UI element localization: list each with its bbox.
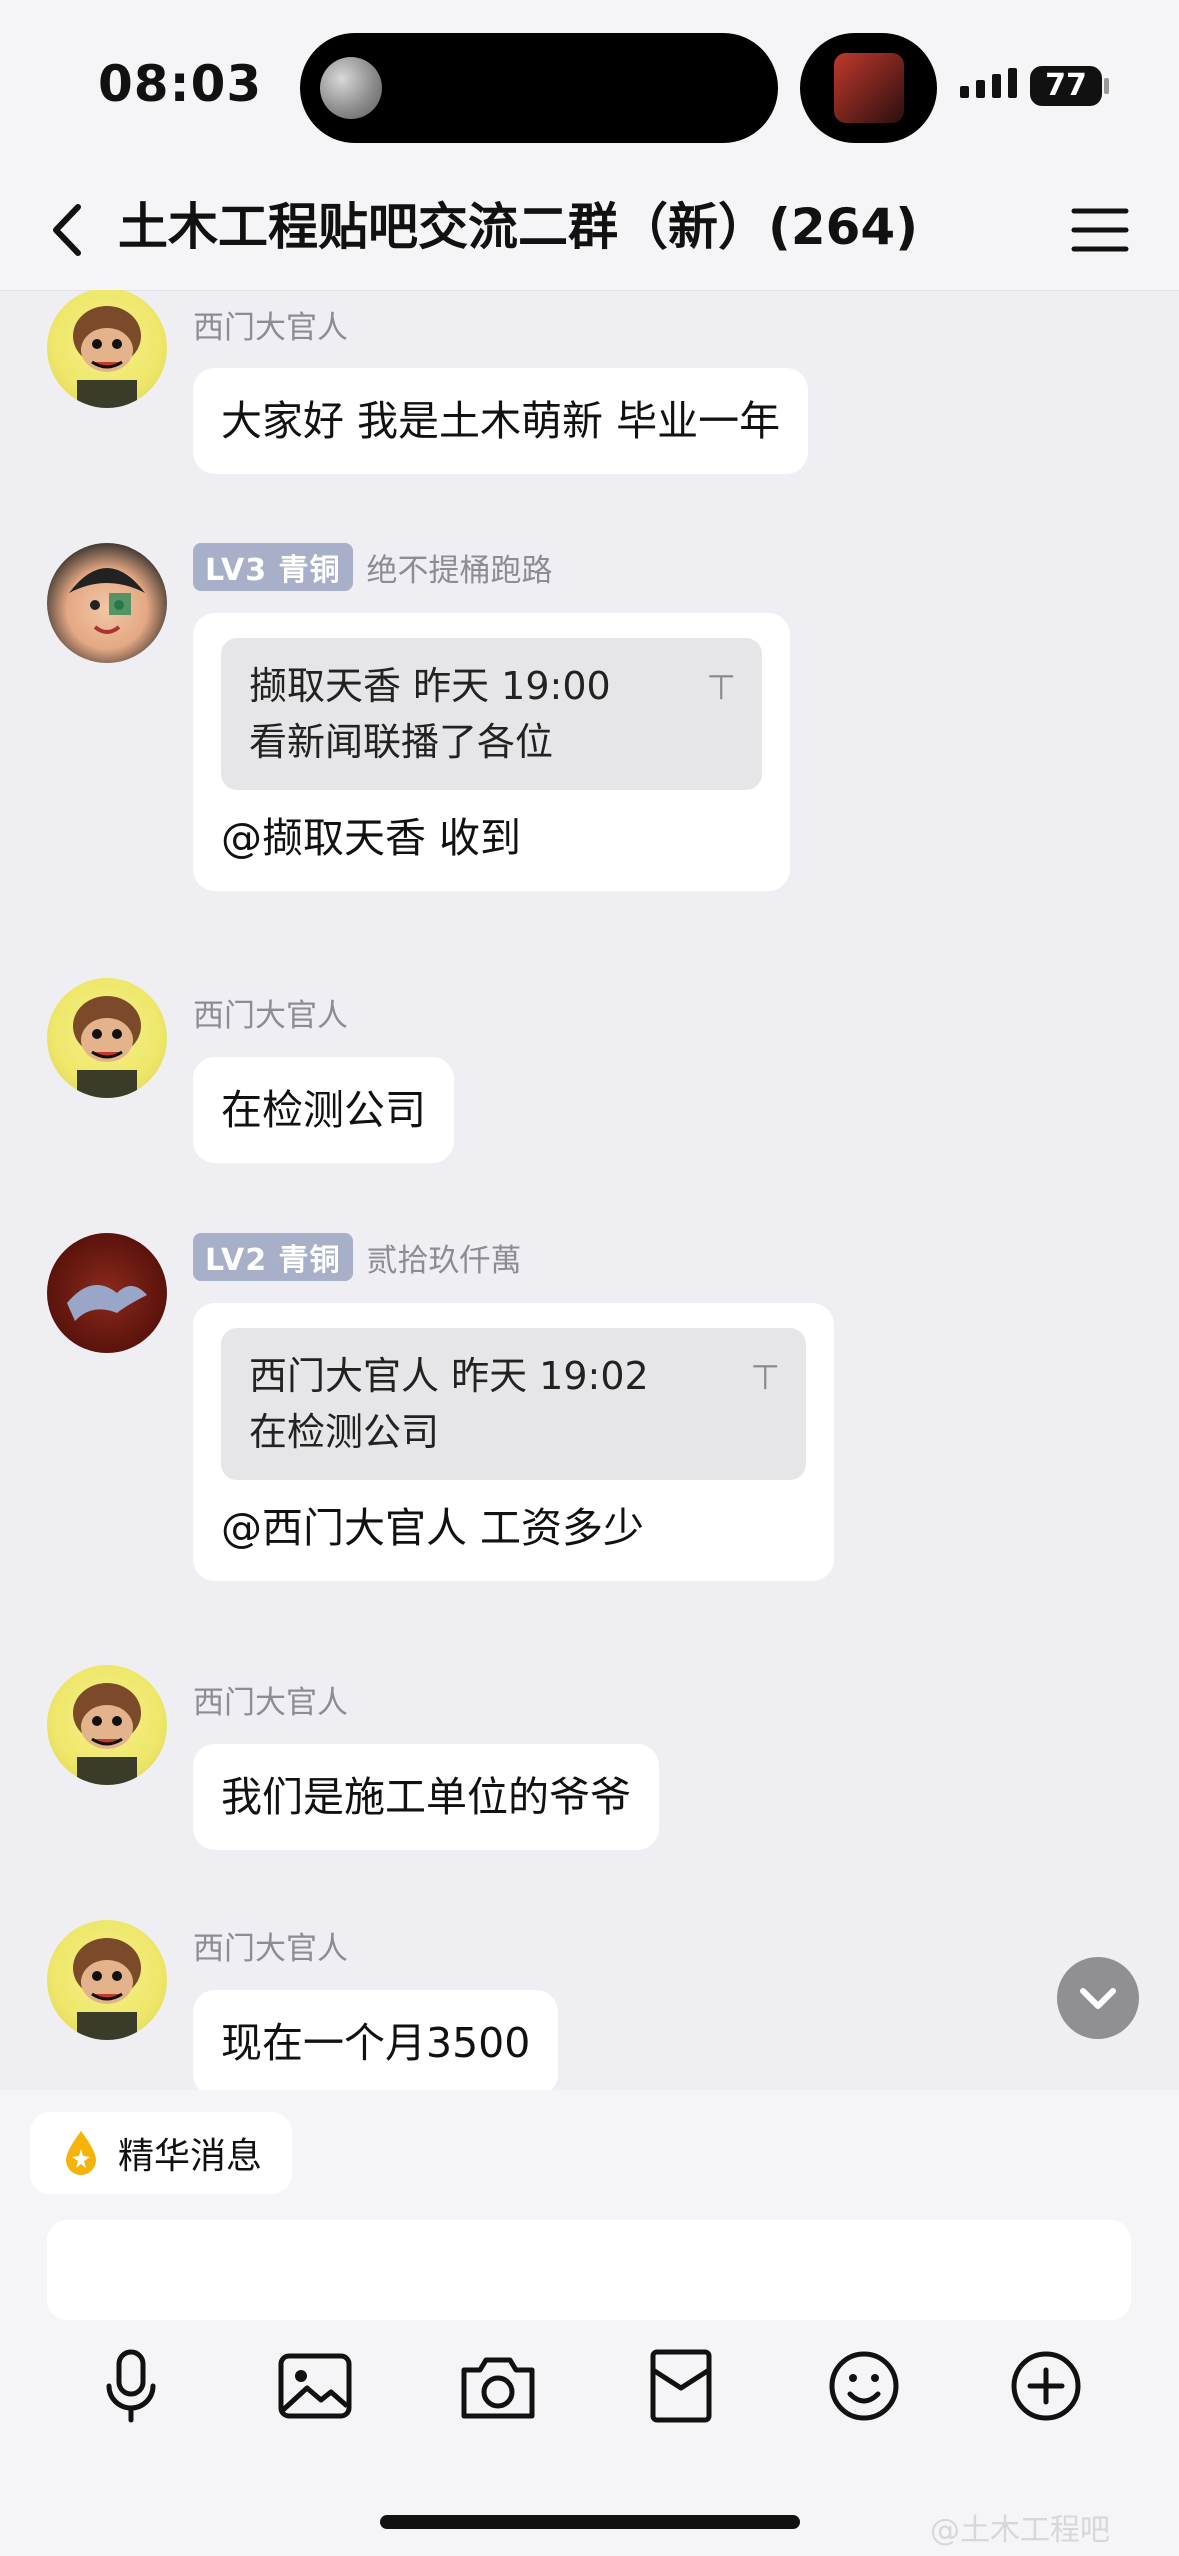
sender-name: 西门大官人 [193, 1931, 348, 1967]
message-text: @撷取天香 收到 [221, 814, 522, 862]
input-area: 精华消息 [0, 2090, 1179, 2556]
sender-name: 贰拾玖仟萬 [366, 1242, 522, 1279]
quote-text: 看新闻联播了各位 [249, 720, 554, 764]
emoji-icon[interactable] [818, 2340, 910, 2432]
menu-icon[interactable] [1070, 205, 1130, 255]
message-bubble[interactable]: 在检测公司 [193, 1057, 454, 1163]
message-bubble[interactable]: 大家好 我是土木萌新 毕业一年 [193, 368, 809, 474]
sender-name: 西门大官人 [193, 1685, 348, 1721]
sender-line: LV2 青铜 贰拾玖仟萬 [193, 1233, 522, 1281]
quoted-message[interactable]: 西门大官人 昨天 19:02 在检测公司 ⊤ [221, 1328, 806, 1480]
sender-line: LV3 青铜 绝不提桶跑路 [193, 543, 553, 591]
message-text: 现在一个月3500 [221, 2019, 531, 2067]
signal-icon [960, 68, 1017, 98]
mic-icon[interactable] [85, 2340, 177, 2432]
message-bubble[interactable]: 我们是施工单位的爷爷 [193, 1744, 659, 1850]
page-title: 土木工程贴吧交流二群（新）(264) [118, 198, 919, 256]
nav-bar: 土木工程贴吧交流二群（新）(264) [0, 170, 1179, 291]
file-icon[interactable] [635, 2340, 727, 2432]
message-input[interactable] [47, 2220, 1131, 2320]
battery-cap [1104, 78, 1109, 94]
plus-icon[interactable] [1000, 2340, 1092, 2432]
quote-header: 西门大官人 昨天 19:02 [249, 1354, 649, 1398]
reply-bubble[interactable]: 撷取天香 昨天 19:00 看新闻联播了各位 ⊤ @撷取天香 收到 [193, 613, 790, 891]
moon-icon [320, 57, 382, 119]
avatar[interactable] [47, 1665, 167, 1785]
level-badge: LV3 青铜 [193, 543, 353, 591]
status-bar: 08:03 77 [0, 0, 1179, 170]
dynamic-island [300, 33, 778, 143]
essence-messages-button[interactable]: 精华消息 [30, 2112, 293, 2194]
chat-list[interactable]: 西门大官人 大家好 我是土木萌新 毕业一年 LV3 青铜 绝不提桶跑路 撷取天香… [0, 290, 1179, 2090]
status-time: 08:03 [98, 55, 263, 113]
avatar[interactable] [47, 543, 167, 663]
sender-name: 西门大官人 [193, 998, 348, 1034]
jump-to-top-icon[interactable]: ⊤ [750, 1350, 780, 1406]
quoted-message[interactable]: 撷取天香 昨天 19:00 看新闻联播了各位 ⊤ [221, 638, 762, 790]
avatar[interactable] [47, 978, 167, 1098]
home-indicator[interactable] [380, 2515, 800, 2529]
message-text: 大家好 我是土木萌新 毕业一年 [221, 397, 781, 445]
level-text: LV2 [205, 1243, 268, 1278]
reply-bubble[interactable]: 西门大官人 昨天 19:02 在检测公司 ⊤ @西门大官人 工资多少 [193, 1303, 834, 1581]
avatar[interactable] [47, 1920, 167, 2040]
now-playing-island[interactable] [800, 33, 937, 143]
back-icon[interactable] [40, 195, 100, 265]
level-text: LV3 [205, 553, 268, 588]
rank-text: 青铜 [278, 553, 341, 588]
avatar[interactable] [47, 290, 167, 408]
essence-icon [66, 2131, 96, 2175]
image-icon[interactable] [269, 2340, 361, 2432]
album-art-icon [834, 53, 904, 123]
quote-text: 在检测公司 [249, 1410, 440, 1454]
chevron-down-icon [1080, 1988, 1116, 2009]
message-text: @西门大官人 工资多少 [221, 1504, 645, 1552]
essence-label: 精华消息 [118, 2136, 263, 2177]
message-text: 在检测公司 [221, 1086, 426, 1134]
toolbar [0, 2340, 1179, 2450]
avatar[interactable] [47, 1233, 167, 1353]
battery-icon: 77 [1030, 66, 1102, 106]
jump-to-top-icon[interactable]: ⊤ [706, 660, 736, 716]
message-bubble[interactable]: 现在一个月3500 [193, 1990, 559, 2090]
sender-name: 绝不提桶跑路 [366, 552, 553, 589]
message-text: 我们是施工单位的爷爷 [221, 1773, 631, 1821]
level-badge: LV2 青铜 [193, 1233, 353, 1281]
sender-name: 西门大官人 [193, 310, 348, 346]
rank-text: 青铜 [278, 1243, 341, 1278]
watermark: @土木工程吧 [930, 2513, 1110, 2548]
scroll-to-bottom-button[interactable] [1057, 1957, 1139, 2039]
quote-header: 撷取天香 昨天 19:00 [249, 664, 611, 708]
camera-icon[interactable] [452, 2340, 544, 2432]
